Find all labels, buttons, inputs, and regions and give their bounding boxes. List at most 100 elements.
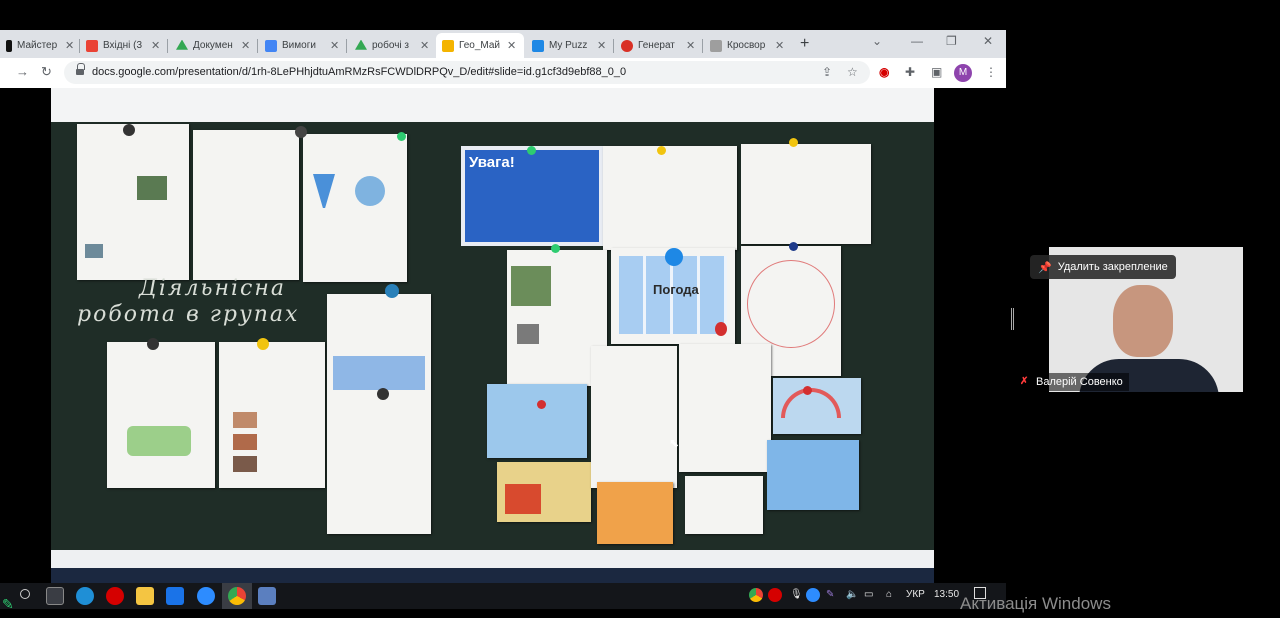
close-icon[interactable]: ✕ — [420, 39, 429, 52]
pen-annotation-icon[interactable]: ✎ — [2, 596, 14, 613]
poster-image — [85, 244, 103, 258]
share-icon[interactable]: ⇪ — [822, 65, 832, 79]
chrome-icon[interactable] — [228, 587, 246, 605]
tab-5-active[interactable]: Гео_Май ✕ — [436, 33, 524, 58]
tab-2[interactable]: Докумен ✕ — [170, 33, 250, 58]
opera-icon[interactable] — [106, 587, 124, 605]
tray-chrome-icon[interactable] — [749, 588, 763, 602]
pin — [551, 244, 560, 253]
poster-image — [355, 176, 385, 206]
tab-label: Майстер — [17, 40, 58, 51]
presentation-app-icon[interactable] — [258, 587, 276, 605]
forward-icon[interactable]: → — [16, 64, 29, 79]
poster-image — [505, 484, 541, 514]
side-panel-icon[interactable]: ▣ — [931, 65, 942, 79]
pin — [147, 338, 159, 350]
new-tab-button[interactable]: + — [800, 35, 809, 53]
close-window-button[interactable]: ✕ — [983, 34, 993, 48]
tab-0[interactable]: Майстер ✕ — [0, 33, 74, 58]
tab-6[interactable]: My Puzz ✕ — [526, 33, 606, 58]
slide-photo-chalkboard: Діяльнісна робота в групах Увага! Погода… — [51, 122, 934, 550]
tab-separator — [167, 39, 168, 53]
pin — [123, 124, 135, 136]
lock-icon — [76, 63, 85, 77]
restore-button[interactable]: ❐ — [946, 34, 957, 48]
tab-separator — [257, 39, 258, 53]
close-icon[interactable]: ✕ — [330, 39, 339, 52]
puzzle-icon — [532, 39, 544, 52]
tab-4[interactable]: робочі з ✕ — [349, 33, 429, 58]
participant-name: Валерій Совенко — [1036, 376, 1123, 388]
tab-label: My Puzz — [549, 40, 588, 51]
edge-icon[interactable] — [76, 587, 94, 605]
panel-resize-handle[interactable] — [1011, 308, 1014, 330]
tab-3[interactable]: Вимоги ✕ — [259, 33, 339, 58]
pin — [803, 386, 812, 395]
bookmark-star-icon[interactable]: ☆ — [847, 65, 858, 79]
poster-image — [517, 324, 539, 344]
poster-image — [233, 456, 257, 472]
language-indicator[interactable]: УКР — [906, 589, 925, 600]
address-bar[interactable]: docs.google.com/presentation/d/1rh-8LePH… — [64, 61, 870, 84]
close-icon[interactable]: ✕ — [151, 39, 160, 52]
tray-volume-icon[interactable]: 🔈 — [846, 589, 858, 600]
tray-zoom-icon[interactable] — [806, 588, 820, 602]
close-icon[interactable]: ✕ — [65, 39, 74, 52]
tab-1[interactable]: Вхідні (3 ✕ — [80, 33, 160, 58]
tray-opera-icon[interactable] — [768, 588, 782, 602]
zoom-icon[interactable] — [197, 587, 215, 605]
tray-network-icon[interactable]: ⌂ — [886, 589, 892, 600]
pin — [665, 248, 683, 266]
drawing-house — [497, 462, 591, 522]
tab-8[interactable]: Кросвор ✕ — [704, 33, 784, 58]
tab-search-icon[interactable]: ⌄ — [872, 34, 882, 48]
opera-extension-icon[interactable]: ◉ — [879, 65, 889, 79]
tray-microphone-icon[interactable]: 🎙 — [790, 589, 803, 600]
close-icon[interactable]: ✕ — [507, 39, 516, 52]
tab-label: робочі з — [372, 40, 409, 51]
file-explorer-icon[interactable] — [136, 587, 154, 605]
poster-sheet — [77, 124, 189, 280]
poster-image — [511, 266, 551, 306]
drawing-rainbow — [773, 378, 861, 434]
menu-icon[interactable]: ⋮ — [985, 65, 997, 79]
extensions-puzzle-icon[interactable]: ✚ — [905, 65, 915, 79]
profile-avatar[interactable]: M — [954, 64, 972, 82]
close-icon[interactable]: ✕ — [597, 39, 606, 52]
tab-label: Генерат — [638, 40, 675, 51]
poster-sheet — [741, 144, 871, 244]
search-icon[interactable] — [20, 589, 30, 599]
url-text[interactable]: docs.google.com/presentation/d/1rh-8LePH… — [92, 66, 626, 78]
poster-image — [233, 412, 257, 428]
clock[interactable]: 13:50 — [934, 589, 959, 600]
close-icon[interactable]: ✕ — [775, 39, 784, 52]
poster-sheet — [193, 130, 299, 280]
drawing-clouds — [767, 440, 859, 510]
pin — [715, 322, 727, 336]
gmail-icon — [86, 39, 98, 52]
reload-icon[interactable]: ↻ — [41, 64, 52, 80]
task-view-icon[interactable] — [46, 587, 64, 605]
poster-circle-diagram — [747, 260, 835, 348]
pin — [377, 388, 389, 400]
tab-separator — [702, 39, 703, 53]
close-icon[interactable]: ✕ — [686, 39, 695, 52]
tray-battery-icon[interactable]: ▭ — [864, 589, 873, 600]
pin — [789, 138, 798, 147]
pin — [295, 126, 307, 138]
tab-label: Гео_Май — [459, 40, 501, 51]
mail-icon[interactable] — [166, 587, 184, 605]
poster-image — [233, 434, 257, 450]
tray-pen-icon[interactable]: ✎ — [826, 589, 834, 600]
handwritten-sheet — [679, 344, 771, 472]
unpin-button[interactable]: 📌 Удалить закрепление — [1030, 255, 1176, 279]
tab-label: Докумен — [193, 40, 233, 51]
generator-icon — [621, 39, 633, 52]
drawing-sky — [487, 384, 587, 458]
tab-7[interactable]: Генерат ✕ — [615, 33, 695, 58]
handwritten-sheet — [591, 346, 677, 488]
tab-label: Вхідні (3 — [103, 40, 143, 51]
unpin-label: Удалить закрепление — [1057, 261, 1168, 273]
close-icon[interactable]: ✕ — [241, 39, 250, 52]
minimize-button[interactable]: — — [911, 34, 923, 48]
